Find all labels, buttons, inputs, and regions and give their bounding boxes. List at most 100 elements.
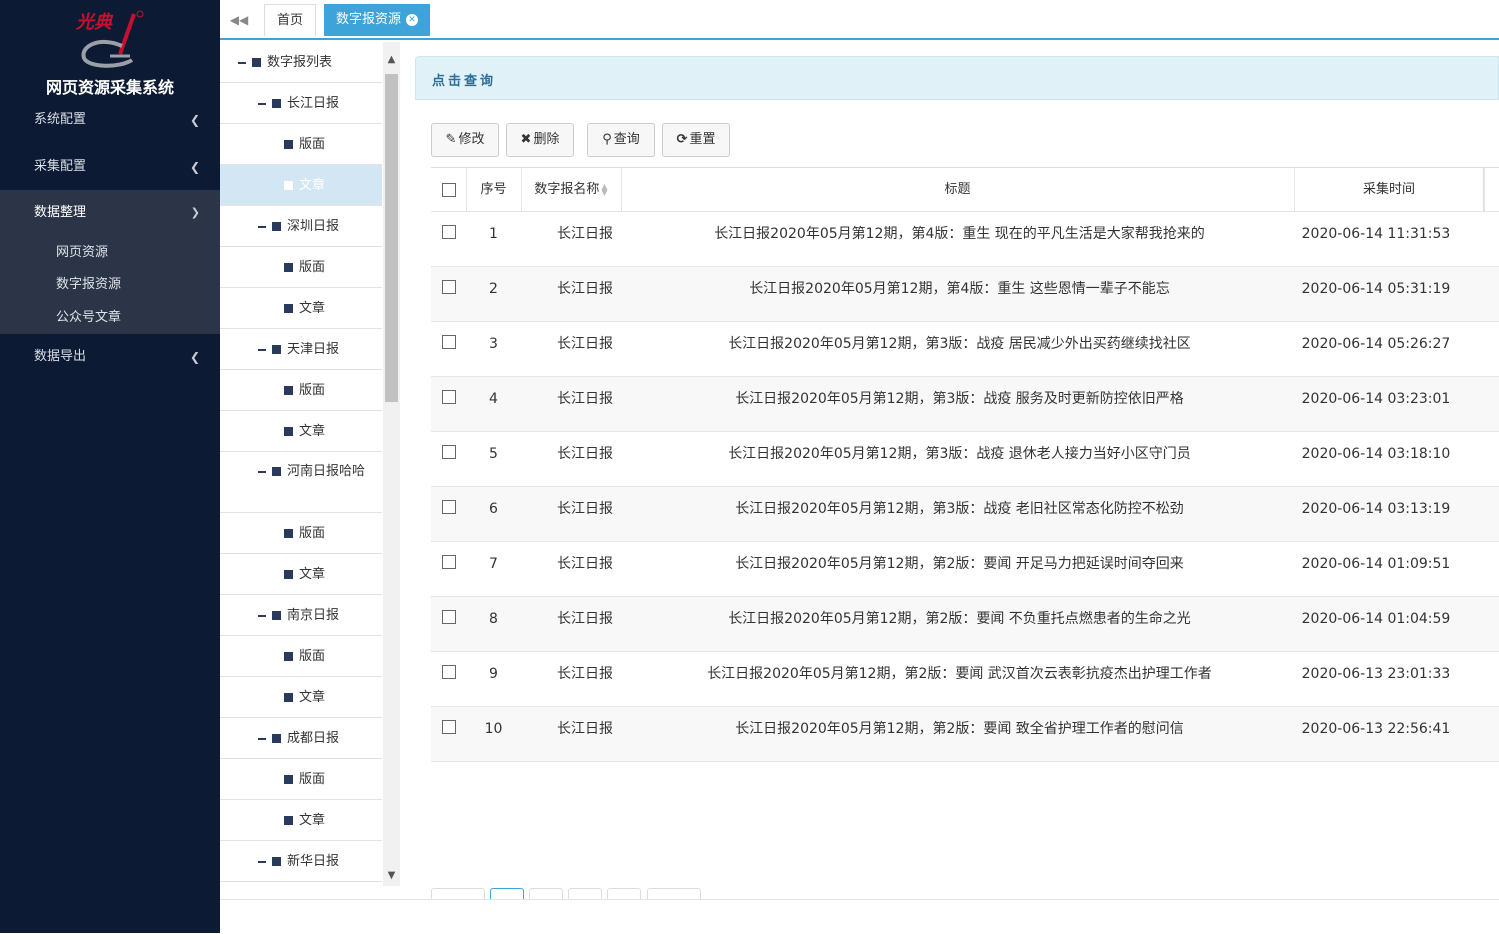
tab-digital-resources[interactable]: 数字报资源 ✕: [324, 4, 431, 36]
table-row[interactable]: 5 长江日报 长江日报2020年05月第12期，第3版：战疫 退休老人接力当好小区守…: [431, 432, 1499, 487]
header-title[interactable]: 标题: [621, 168, 1295, 212]
collapse-icon[interactable]: [258, 860, 266, 863]
table-row[interactable]: 8 长江日报 长江日报2020年05月第12期，第2版：要闻 不负重托点燃患者的生命…: [431, 597, 1499, 652]
sidebar-subitem-web[interactable]: 网页资源: [56, 238, 108, 268]
reset-button[interactable]: ⟳ 重置: [662, 123, 730, 157]
table-row[interactable]: 9 长江日报 长江日报2020年05月第12期，第2版：要闻 武汉首次云表彰抗疫杰出…: [431, 652, 1499, 707]
scrollbar-thumb[interactable]: [385, 74, 398, 402]
sidebar-item-data-export[interactable]: 数据导出 ❮: [0, 334, 220, 380]
tree-node-label: 文章: [299, 301, 326, 316]
sidebar-subitem-wechat[interactable]: 公众号文章: [56, 303, 121, 333]
tree-node-label: 文章: [299, 813, 326, 828]
collapse-icon[interactable]: [258, 225, 266, 228]
tree-node-label: 河南日报哈哈: [287, 464, 366, 479]
tree-leaf[interactable]: 文章: [220, 677, 382, 718]
collapse-icon[interactable]: [258, 470, 266, 473]
cell-title: 长江日报2020年05月第12期，第3版：战疫 居民减少外出买药继续找社区: [728, 336, 1191, 352]
tree-paper[interactable]: 新华日报: [220, 841, 382, 882]
collapse-icon[interactable]: [238, 61, 246, 64]
collapse-icon[interactable]: [258, 348, 266, 351]
tree-leaf[interactable]: 版面: [220, 636, 382, 677]
folder-square-icon: [284, 140, 293, 149]
tree-leaf[interactable]: 版面: [220, 370, 382, 411]
sidebar-item-system-config[interactable]: 系统配置 ❮: [0, 97, 220, 143]
table-row[interactable]: 1 长江日报 长江日报2020年05月第12期，第4版：重生 现在的平凡生活是大家帮…: [431, 212, 1499, 267]
table-row[interactable]: 2 长江日报 长江日报2020年05月第12期，第4版：重生 这些恩情一辈子不能忘 2…: [431, 267, 1499, 322]
cell-time: 2020-06-14 03:23:01: [1301, 391, 1451, 407]
sort-icon[interactable]: ▲ ▼: [601, 182, 607, 196]
cell-index: 1: [489, 226, 498, 242]
collapse-icon[interactable]: [258, 737, 266, 740]
row-checkbox[interactable]: [441, 610, 456, 624]
folder-square-icon: [284, 816, 293, 825]
collapse-icon[interactable]: [258, 102, 266, 105]
tree-leaf[interactable]: 版面: [220, 124, 382, 165]
tab-home-label: 首页: [277, 13, 304, 28]
table-row[interactable]: 6 长江日报 长江日报2020年05月第12期，第3版：战疫 老旧社区常态化防控不松…: [431, 487, 1499, 542]
tree-leaf[interactable]: 版面: [220, 247, 382, 288]
cell-title: 长江日报2020年05月第12期，第2版：要闻 不负重托点燃患者的生命之光: [728, 611, 1191, 627]
header-index[interactable]: 序号: [466, 168, 522, 212]
brand-logo: 光典: [75, 10, 144, 68]
header-name[interactable]: 数字报名称 ▲ ▼: [521, 168, 622, 212]
tree-paper[interactable]: 深圳日报: [220, 206, 382, 247]
tree-leaf[interactable]: 版面: [220, 882, 382, 886]
tree-leaf[interactable]: 文章: [220, 554, 382, 595]
edit-button[interactable]: ✎ 修改: [431, 123, 499, 157]
sidebar-item-data-organize[interactable]: 数据整理 ❯: [0, 190, 220, 236]
row-checkbox[interactable]: [441, 500, 456, 514]
table-row[interactable]: 3 长江日报 长江日报2020年05月第12期，第3版：战疫 居民减少外出买药继续找…: [431, 322, 1499, 377]
tree-leaf[interactable]: 文章: [220, 288, 382, 329]
collapse-icon[interactable]: [258, 614, 266, 617]
folder-square-icon: [284, 693, 293, 702]
chevron-down-icon[interactable]: ▼: [383, 870, 400, 881]
table-row[interactable]: 10 长江日报 长江日报2020年05月第12期，第2版：要闻 致全省护理工作者的慰…: [431, 707, 1499, 762]
row-checkbox[interactable]: [441, 720, 456, 734]
tree-leaf[interactable]: 文章: [220, 411, 382, 452]
sidebar-item-collect-config[interactable]: 采集配置 ❮: [0, 144, 220, 190]
table-row[interactable]: 7 长江日报 长江日报2020年05月第12期，第2版：要闻 开足马力把延误时间夺回…: [431, 542, 1499, 597]
row-checkbox[interactable]: [441, 390, 456, 404]
tree-root[interactable]: 数字报列表: [220, 42, 382, 83]
tree-leaf[interactable]: 文章: [220, 165, 382, 206]
edit-label: 修改: [458, 132, 485, 147]
double-left-arrow-icon[interactable]: ◀◀: [228, 10, 250, 30]
select-all-checkbox[interactable]: [441, 182, 456, 197]
row-checkbox[interactable]: [441, 280, 456, 294]
row-checkbox[interactable]: [441, 555, 456, 569]
tree-leaf[interactable]: 文章: [220, 800, 382, 841]
close-icon[interactable]: ✕: [406, 13, 419, 26]
query-panel-header[interactable]: 点击查询: [415, 56, 1499, 100]
tree-node-label: 新华日报: [287, 854, 340, 869]
delete-button[interactable]: ✖ 删除: [506, 123, 574, 157]
search-button[interactable]: ⚲ 查询: [587, 123, 655, 157]
tree-paper[interactable]: 南京日报: [220, 595, 382, 636]
tree-paper[interactable]: 天津日报: [220, 329, 382, 370]
table-row[interactable]: 4 长江日报 长江日报2020年05月第12期，第3版：战疫 服务及时更新防控依旧严…: [431, 377, 1499, 432]
row-checkbox[interactable]: [441, 665, 456, 679]
folder-square-icon: [284, 570, 293, 579]
query-label: 点击查询: [432, 74, 497, 89]
header-time[interactable]: 采集时间: [1294, 168, 1485, 212]
chevron-up-icon[interactable]: ▲: [383, 54, 400, 65]
tab-home[interactable]: 首页: [264, 4, 317, 36]
sidebar-subitem-digital[interactable]: 数字报资源: [56, 270, 121, 300]
grid-header-row: 序号 数字报名称 ▲ ▼ 标题 采集时间: [431, 167, 1499, 212]
grid-scrollbar[interactable]: [1483, 167, 1499, 212]
tree-node-label: 文章: [299, 567, 326, 582]
cell-title: 长江日报2020年05月第12期，第2版：要闻 开足马力把延误时间夺回来: [735, 556, 1184, 572]
row-checkbox[interactable]: [441, 445, 456, 459]
sidebar-item-label: 采集配置: [34, 159, 87, 174]
cell-index: 6: [489, 501, 498, 517]
row-checkbox[interactable]: [441, 225, 456, 239]
folder-square-icon: [272, 734, 281, 743]
tree-leaf[interactable]: 版面: [220, 759, 382, 800]
row-checkbox-cell: [431, 552, 466, 572]
tree-paper[interactable]: 长江日报: [220, 83, 382, 124]
tree-paper[interactable]: 成都日报: [220, 718, 382, 759]
tree-scrollbar[interactable]: ▲ ▼: [383, 42, 400, 886]
tree-node-label: 长江日报: [287, 96, 340, 111]
tree-leaf[interactable]: 版面: [220, 513, 382, 554]
row-checkbox[interactable]: [441, 335, 456, 349]
tree-paper[interactable]: 河南日报哈哈: [220, 452, 382, 513]
